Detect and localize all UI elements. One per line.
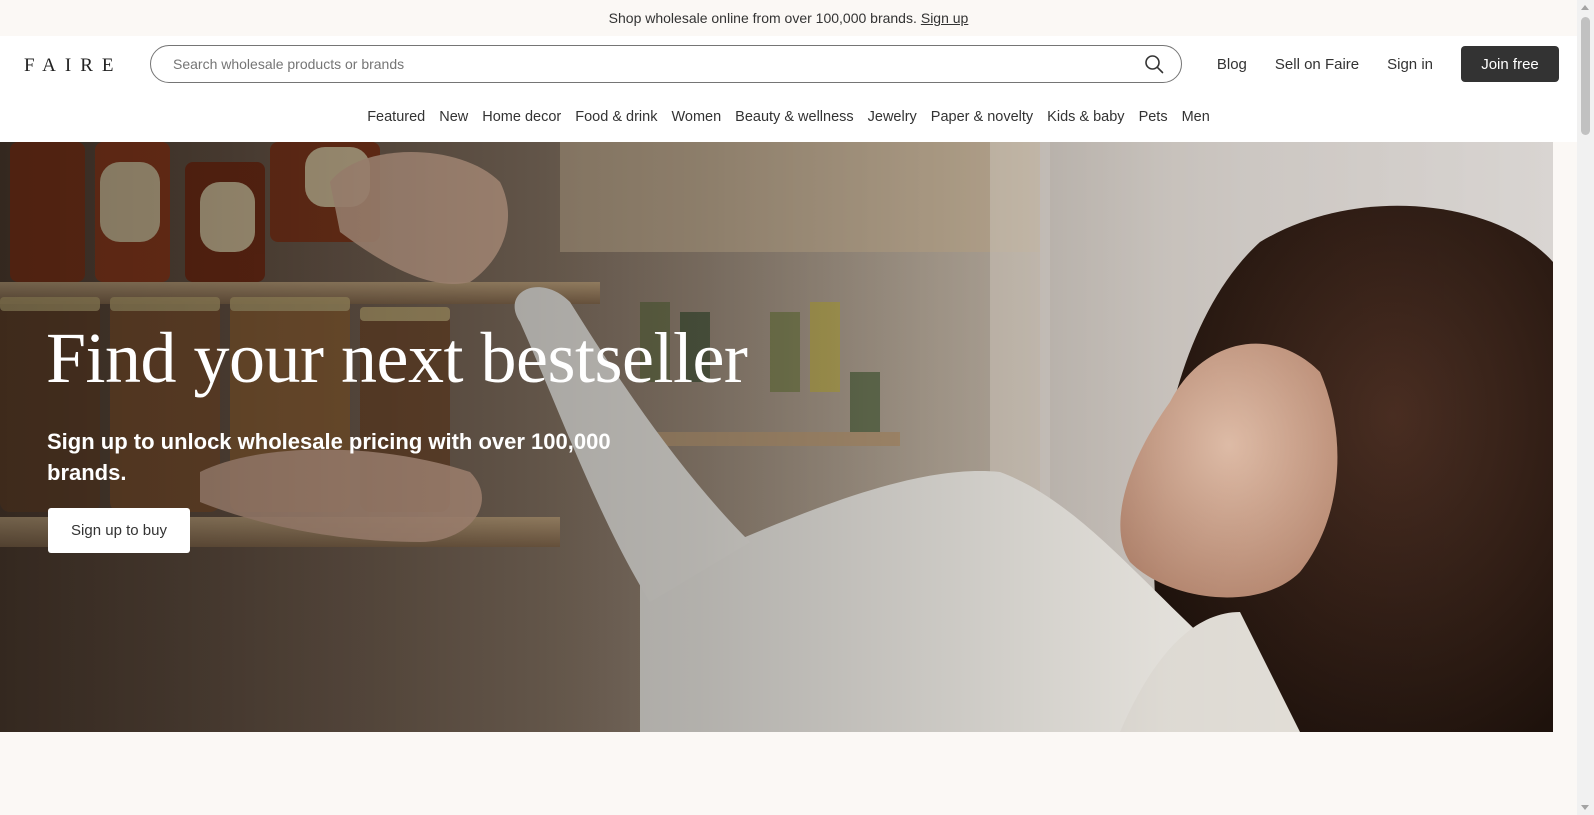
faire-logo[interactable]: FAIRE [24, 56, 122, 76]
category-nav: Featured New Home decor Food & drink Wom… [0, 109, 1577, 125]
announcement-text: Shop wholesale online from over 100,000 … [608, 10, 917, 26]
category-men[interactable]: Men [1182, 109, 1210, 125]
scrollbar-thumb[interactable] [1581, 17, 1590, 135]
page-scrollbar[interactable] [1577, 0, 1594, 815]
chevron-down-icon[interactable] [1581, 805, 1589, 810]
header-nav: Blog Sell on Faire Sign in Join free [1217, 45, 1559, 83]
sell-on-faire-link[interactable]: Sell on Faire [1275, 56, 1359, 73]
category-jewelry[interactable]: Jewelry [868, 109, 917, 125]
search-icon[interactable] [1144, 54, 1164, 74]
announcement-bar: Shop wholesale online from over 100,000 … [0, 0, 1577, 36]
category-featured[interactable]: Featured [367, 109, 425, 125]
category-new[interactable]: New [439, 109, 468, 125]
page: Shop wholesale online from over 100,000 … [0, 0, 1577, 815]
blog-link[interactable]: Blog [1217, 56, 1247, 73]
category-pets[interactable]: Pets [1139, 109, 1168, 125]
hero-subtitle: Sign up to unlock wholesale pricing with… [47, 429, 611, 485]
search-input[interactable] [171, 48, 1144, 80]
category-home-decor[interactable]: Home decor [482, 109, 561, 125]
category-women[interactable]: Women [671, 109, 721, 125]
join-free-button[interactable]: Join free [1461, 46, 1559, 82]
hero-title: Find your next bestseller [46, 318, 748, 398]
search-bar[interactable] [150, 45, 1182, 83]
category-paper-novelty[interactable]: Paper & novelty [931, 109, 1033, 125]
hero-banner: Find your next bestseller Sign up to unl… [0, 142, 1553, 732]
category-beauty-wellness[interactable]: Beauty & wellness [735, 109, 853, 125]
sign-up-to-buy-button[interactable]: Sign up to buy [48, 508, 190, 553]
chevron-up-icon[interactable] [1581, 5, 1589, 10]
site-header: FAIRE Blog Sell on Faire Sign in Join fr… [0, 36, 1577, 142]
sign-in-link[interactable]: Sign in [1387, 56, 1433, 73]
category-kids-baby[interactable]: Kids & baby [1047, 109, 1124, 125]
announcement-signup-link[interactable]: Sign up [921, 10, 968, 26]
category-food-drink[interactable]: Food & drink [575, 109, 657, 125]
